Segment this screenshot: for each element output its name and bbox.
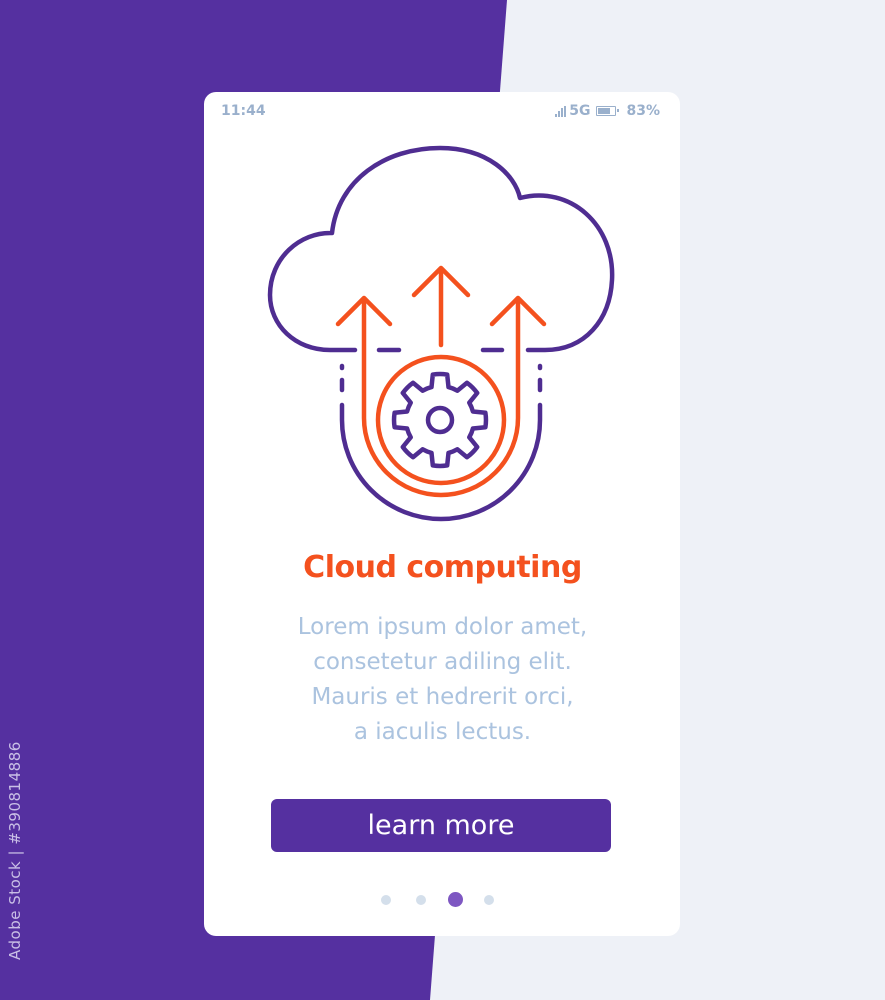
pagination-dot[interactable]: [484, 895, 494, 905]
pagination-dots: [0, 892, 885, 908]
onboarding-description: Lorem ipsum dolor amet, consetetur adili…: [0, 610, 885, 750]
pagination-dot[interactable]: [416, 895, 426, 905]
description-line: a iaculis lectus.: [353, 719, 532, 745]
battery-percent: 83%: [626, 103, 660, 119]
network-label: 5G: [569, 103, 591, 119]
pagination-dot[interactable]: [381, 895, 391, 905]
status-indicators: 5G 83%: [555, 103, 660, 119]
status-bar: 11:44 5G 83%: [204, 92, 680, 130]
description-line: Lorem ipsum dolor amet,: [297, 614, 588, 640]
status-time: 11:44: [221, 103, 266, 119]
watermark-text: Adobe Stock | #390814886: [6, 741, 24, 960]
signal-icon: [555, 105, 567, 117]
pagination-dot[interactable]: [447, 892, 463, 907]
description-line: Mauris et hedrerit orci,: [311, 684, 574, 710]
onboarding-title: Cloud computing: [303, 550, 582, 585]
battery-icon: [596, 106, 620, 116]
learn-more-button[interactable]: learn more: [271, 799, 611, 852]
description-line: consetetur adiling elit.: [313, 649, 572, 675]
